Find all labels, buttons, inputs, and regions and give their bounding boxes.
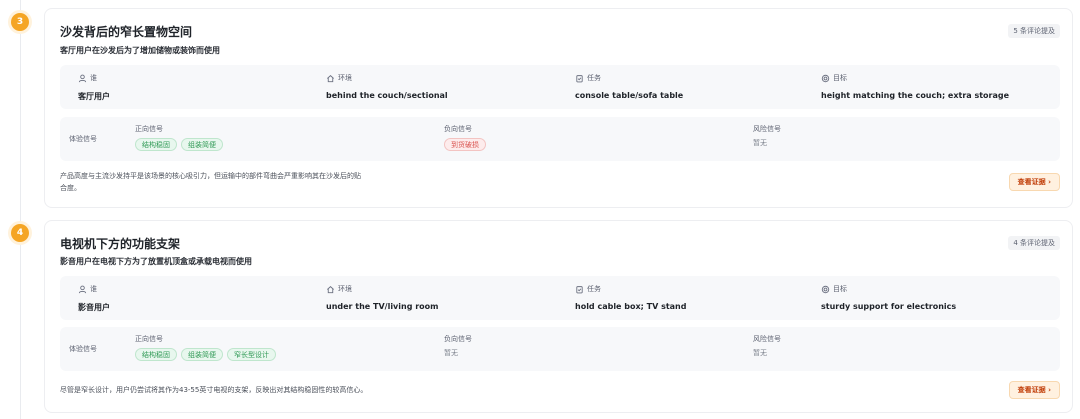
info-panel: 谁 影音用户 环境 under the TV/living room 任务 ho… (60, 276, 1060, 320)
timeline-line (20, 0, 21, 419)
signal-label: 正向信号 (135, 335, 163, 343)
summary-text: 产品高度与主流沙发持平是该场景的核心吸引力，但运输中的部件弯曲会严重影响其在沙发… (60, 170, 361, 194)
info-label-text: 谁 (90, 74, 97, 82)
signal-title: 体验信号 (69, 345, 97, 353)
summary-line: 产品高度与主流沙发持平是该场景的核心吸引力，但运输中的部件弯曲会严重影响其在沙发… (60, 172, 361, 180)
user-icon (78, 285, 87, 294)
risk-signals: 风险信号 暂无 (753, 334, 781, 358)
info-who: 谁 客厅用户 (78, 73, 110, 102)
scenario-card: 电视机下方的功能支架 影音用户在电视下方为了放置机顶盒或承载电视而使用 4 条评… (44, 220, 1073, 413)
info-who: 谁 影音用户 (78, 284, 110, 313)
mention-count-badge: 5 条评论提及 (1008, 24, 1060, 38)
summary-line: 合度。 (60, 184, 81, 192)
positive-signals: 正向信号 结构稳固 组装简便 (135, 124, 223, 151)
signal-empty: 暂无 (753, 139, 767, 147)
scenario-card: 沙发背后的窄长置物空间 客厅用户在沙发后为了增加储物或装饰而使用 5 条评论提及… (44, 8, 1073, 208)
step-badge: 3 (11, 13, 29, 31)
info-label-text: 任务 (587, 285, 601, 293)
mention-count-badge: 4 条评论提及 (1008, 236, 1060, 250)
signal-label: 负向信号 (444, 125, 472, 133)
home-icon (326, 285, 335, 294)
info-label-text: 环境 (338, 74, 352, 82)
view-evidence-button[interactable]: 查看证据 › (1008, 381, 1060, 399)
positive-tag: 组装简便 (181, 348, 223, 361)
summary-line: 尽管是窄长设计，用户仍尝试将其作为43-55英寸电视的支架，反映出对其结构稳固性… (60, 386, 368, 394)
signal-label: 负向信号 (444, 335, 472, 343)
clipboard-icon (575, 74, 584, 83)
info-value: under the TV/living room (326, 302, 439, 311)
target-icon (821, 285, 830, 294)
info-value: 影音用户 (78, 303, 110, 312)
signal-label: 风险信号 (753, 125, 781, 133)
view-evidence-button[interactable]: 查看证据 › (1008, 173, 1060, 191)
target-icon (821, 74, 830, 83)
info-label-text: 任务 (587, 74, 601, 82)
info-value: hold cable box; TV stand (575, 302, 687, 311)
negative-tag: 到货破损 (444, 138, 486, 151)
card-subtitle: 客厅用户在沙发后为了增加储物或装饰而使用 (60, 46, 220, 55)
info-label-text: 目标 (833, 74, 847, 82)
info-goal: 目标 sturdy support for electronics (821, 284, 956, 311)
signal-panel: 体验信号 正向信号 结构稳固 组装简便 窄长型设计 负向信号 暂无 风险信号 暂… (60, 327, 1060, 371)
summary-text: 尽管是窄长设计，用户仍尝试将其作为43-55英寸电视的支架，反映出对其结构稳固性… (60, 384, 367, 396)
risk-signals: 风险信号 暂无 (753, 124, 781, 148)
info-environment: 环境 behind the couch/sectional (326, 73, 448, 100)
info-value: height matching the couch; extra storage (821, 91, 1010, 100)
clipboard-icon (575, 285, 584, 294)
user-icon (78, 74, 87, 83)
card-title: 沙发背后的窄长置物空间 (60, 25, 193, 39)
info-panel: 谁 客厅用户 环境 behind the couch/sectional 任务 … (60, 65, 1060, 109)
positive-tag: 结构稳固 (135, 348, 177, 361)
info-environment: 环境 under the TV/living room (326, 284, 439, 311)
step-badge: 4 (11, 224, 29, 242)
info-task: 任务 console table/sofa table (575, 73, 683, 100)
info-value: sturdy support for electronics (821, 302, 957, 311)
info-label-text: 环境 (338, 285, 352, 293)
positive-tag: 结构稳固 (135, 138, 177, 151)
info-goal: 目标 height matching the couch; extra stor… (821, 73, 1009, 100)
signal-label: 风险信号 (753, 335, 781, 343)
info-value: 客厅用户 (78, 92, 110, 101)
info-value: behind the couch/sectional (326, 91, 448, 100)
card-title: 电视机下方的功能支架 (60, 237, 181, 251)
signal-label: 正向信号 (135, 125, 163, 133)
info-label-text: 谁 (90, 285, 97, 293)
negative-signals: 负向信号 暂无 (444, 334, 472, 358)
home-icon (326, 74, 335, 83)
signal-empty: 暂无 (444, 349, 458, 357)
info-value: console table/sofa table (575, 91, 684, 100)
signal-empty: 暂无 (753, 349, 767, 357)
info-task: 任务 hold cable box; TV stand (575, 284, 686, 311)
positive-signals: 正向信号 结构稳固 组装简便 窄长型设计 (135, 334, 276, 361)
card-subtitle: 影音用户在电视下方为了放置机顶盒或承载电视而使用 (60, 257, 252, 266)
signal-title: 体验信号 (69, 135, 97, 143)
negative-signals: 负向信号 到货破损 (444, 124, 486, 151)
info-label-text: 目标 (833, 285, 847, 293)
signal-panel: 体验信号 正向信号 结构稳固 组装简便 负向信号 到货破损 风险信号 暂无 (60, 117, 1060, 161)
positive-tag: 窄长型设计 (227, 348, 276, 361)
positive-tag: 组装简便 (181, 138, 223, 151)
